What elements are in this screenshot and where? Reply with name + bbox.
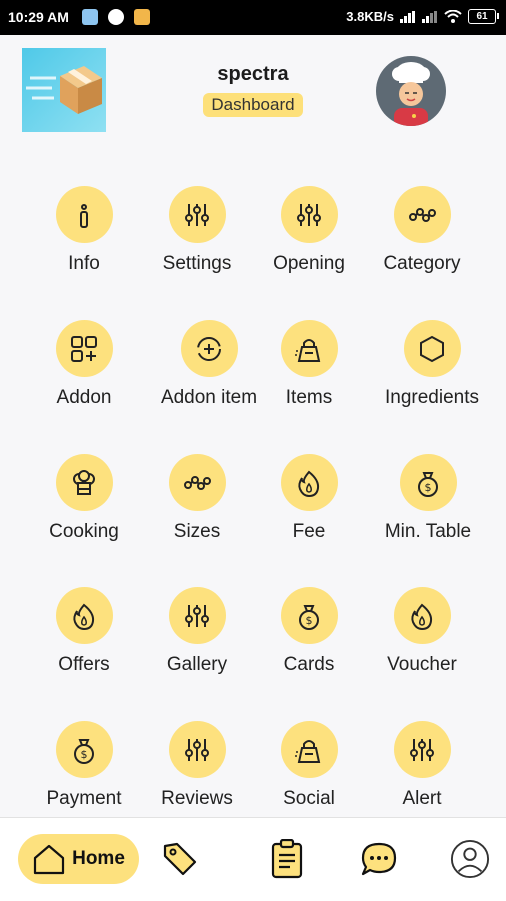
info-icon [55, 186, 113, 243]
menu-item-label: Gallery [166, 654, 228, 675]
menu-item-cards[interactable]: Cards [249, 587, 369, 676]
dashed-plus-circle-icon [180, 320, 238, 377]
shopping-bag-icon [280, 320, 338, 377]
menu-item-label: Voucher [387, 654, 457, 675]
tag-icon[interactable] [160, 839, 200, 879]
money-bag-icon [399, 454, 457, 511]
menu-item-social[interactable]: Social [249, 721, 369, 810]
menu-item-min-table[interactable]: Min. Table [368, 454, 488, 543]
menu-item-label: Ingredients [384, 387, 479, 408]
bottom-navigation: Home [0, 817, 506, 901]
menu-item-cooking[interactable]: Cooking [24, 454, 144, 543]
money-bag-icon [280, 587, 338, 644]
menu-item-voucher[interactable]: Voucher [362, 587, 482, 676]
menu-item-label: Opening [273, 253, 345, 274]
menu-item-sizes[interactable]: Sizes [137, 454, 257, 543]
menu-item-label: Payment [46, 788, 122, 809]
grid-plus-icon [55, 320, 113, 377]
status-time: 10:29 AM [8, 9, 69, 25]
clipboard-icon[interactable] [267, 839, 307, 879]
skype-icon [108, 9, 124, 25]
menu-item-label: Category [383, 253, 461, 274]
battery-level: 61 [476, 11, 488, 22]
battery-icon: 61 [468, 9, 499, 24]
money-bag-icon [55, 721, 113, 778]
sliders-icon [280, 186, 338, 243]
sliders-icon [168, 186, 226, 243]
flame-icon [55, 587, 113, 644]
menu-item-label: Alert [402, 788, 442, 809]
status-right: 3.8KB/s 61 [346, 9, 499, 24]
menu-item-reviews[interactable]: Reviews [137, 721, 257, 810]
flame-icon [393, 587, 451, 644]
menu-item-offers[interactable]: Offers [24, 587, 144, 676]
hexagon-icon [403, 320, 461, 377]
menu-item-label: Social [283, 788, 335, 809]
dashboard-header: spectra Dashboard [0, 35, 506, 145]
menu-item-alert[interactable]: Alert [362, 721, 482, 810]
menu-item-category[interactable]: Category [362, 186, 482, 275]
menu-item-opening[interactable]: Opening [249, 186, 369, 275]
menu-item-fee[interactable]: Fee [249, 454, 369, 543]
chef-hat-icon [55, 454, 113, 511]
flame-icon [280, 454, 338, 511]
sliders-icon [393, 721, 451, 778]
menu-item-gallery[interactable]: Gallery [137, 587, 257, 676]
delivery-box-icon [22, 48, 106, 132]
nav-home-label: Home [72, 848, 125, 869]
menu-item-items[interactable]: Items [249, 320, 369, 409]
status-bar: 10:29 AM 3.8KB/s 61 [0, 0, 506, 35]
sliders-icon [168, 721, 226, 778]
menu-item-label: Addon [56, 387, 112, 408]
sliders-icon [168, 587, 226, 644]
menu-item-ingredients[interactable]: Ingredients [372, 320, 492, 409]
shopping-bag-icon [280, 721, 338, 778]
menu-item-label: Info [68, 253, 100, 274]
menu-item-label: Items [285, 387, 333, 408]
menu-item-label: Min. Table [384, 521, 472, 542]
menu-item-payment[interactable]: Payment [24, 721, 144, 810]
nav-home-button[interactable]: Home [18, 834, 139, 884]
menu-item-label: Reviews [161, 788, 233, 809]
home-icon [33, 844, 65, 875]
gallery-notification-icon [134, 9, 150, 25]
menu-item-settings[interactable]: Settings [137, 186, 257, 275]
menu-item-addon[interactable]: Addon [24, 320, 144, 409]
menu-item-label: Sizes [173, 521, 221, 542]
chat-icon[interactable] [359, 839, 399, 879]
network-speed: 3.8KB/s [346, 9, 394, 24]
menu-item-label: Cards [283, 654, 335, 675]
nodes-icon [168, 454, 226, 511]
menu-item-label: Fee [292, 521, 326, 542]
menu-item-label: Settings [162, 253, 232, 274]
nodes-icon [393, 186, 451, 243]
wifi-icon [444, 9, 462, 23]
menu-item-label: Offers [58, 654, 110, 675]
profile-icon[interactable] [450, 839, 490, 879]
chef-avatar-icon[interactable] [376, 56, 446, 126]
menu-item-info[interactable]: Info [24, 186, 144, 275]
signal-icon-2 [422, 10, 437, 23]
menu-item-label: Cooking [49, 521, 119, 542]
dashboard-badge: Dashboard [203, 93, 303, 117]
signal-icon [400, 10, 415, 23]
notification-app-icon [82, 9, 98, 25]
